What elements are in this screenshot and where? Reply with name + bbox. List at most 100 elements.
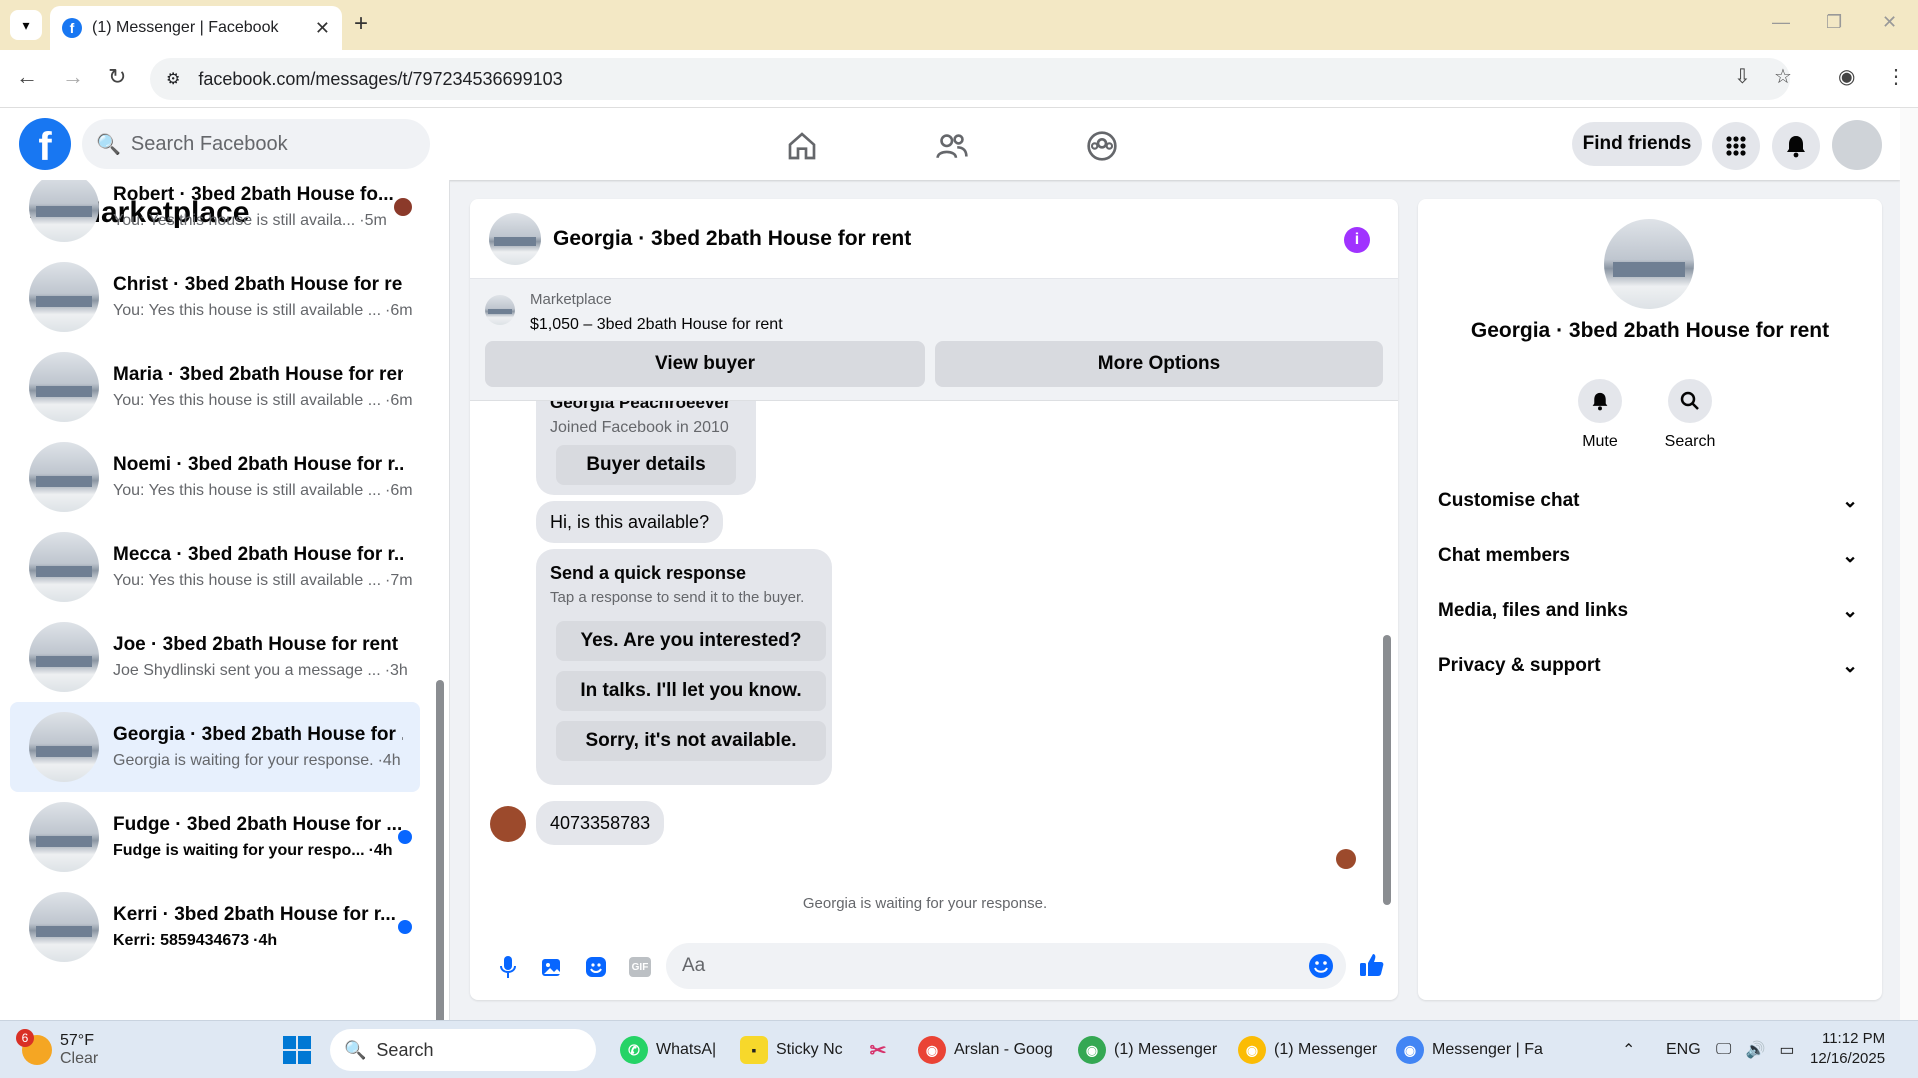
conversation-item[interactable]: Maria · 3bed 2bath House for rent You: Ye…	[10, 342, 420, 432]
taskbar-app-chrome-messenger-2[interactable]: ◉ (1) Messenger	[1238, 1029, 1377, 1071]
forward-arrow-icon[interactable]: →	[62, 64, 84, 90]
sticker-icon[interactable]	[582, 953, 610, 981]
friends-icon[interactable]	[932, 126, 972, 166]
conversation-item[interactable]: Mecca · 3bed 2bath House for r... You: Ye…	[10, 522, 420, 612]
conversation-item[interactable]: Georgia · 3bed 2bath House for ... Georgi…	[10, 702, 420, 792]
url-text: facebook.com/messages/t/797234536699103	[198, 68, 563, 89]
weather-widget[interactable]: 6 57°F Clear	[16, 1029, 98, 1071]
message-bubble[interactable]: Hi, is this available?	[536, 501, 724, 543]
window-restore-button[interactable]: ❐	[1826, 12, 1842, 33]
quick-response-subtitle: Tap a response to send it to the buyer.	[550, 589, 805, 606]
thumbs-up-icon[interactable]	[1358, 951, 1386, 979]
conversation-time: ·5m	[359, 212, 387, 229]
section-label: Customise chat	[1438, 490, 1580, 511]
menu-grid-icon[interactable]	[1712, 122, 1760, 170]
facebook-header: f 🔍 Search Facebook Find friends	[0, 108, 1900, 180]
chevron-down-icon: ⌄	[1842, 490, 1858, 512]
quick-response-not-available-button[interactable]: Sorry, it's not available.	[556, 721, 826, 761]
taskbar-app-snipping-tool[interactable]: ✂	[864, 1029, 892, 1071]
chevron-down-icon: ⌄	[1842, 545, 1858, 567]
conversation-text: Fudge · 3bed 2bath House for ... Fudge is…	[113, 814, 403, 860]
customise-chat-row[interactable]: Customise chat ⌄	[1438, 481, 1858, 521]
conversation-preview-line: You: Yes this house is still available .…	[113, 572, 413, 590]
taskbar-app-chrome-arslan[interactable]: ◉ Arslan - Goog	[918, 1029, 1053, 1071]
bell-icon	[1578, 379, 1622, 423]
gif-icon[interactable]: GIF	[626, 953, 654, 981]
conversation-avatar	[29, 352, 99, 422]
page-scrollbar[interactable]	[1900, 108, 1918, 1020]
mute-button[interactable]: Mute	[1560, 379, 1640, 451]
info-icon[interactable]: i	[1344, 227, 1370, 253]
unread-dot-icon	[398, 830, 412, 844]
language-indicator[interactable]: ENG	[1666, 1029, 1701, 1071]
sender-avatar[interactable]	[490, 806, 526, 842]
photo-icon[interactable]	[538, 953, 566, 981]
taskbar-app-chrome-messenger-3[interactable]: ◉ Messenger | Fa	[1396, 1029, 1543, 1071]
find-friends-button[interactable]: Find friends	[1572, 122, 1702, 166]
network-icon: 🖵	[1716, 1041, 1732, 1058]
media-files-links-row[interactable]: Media, files and links ⌄	[1438, 591, 1858, 631]
taskbar-search-box[interactable]: 🔍 Search	[330, 1029, 596, 1071]
tab-search-dropdown-button[interactable]: ▾	[10, 10, 42, 40]
list-scrollbar[interactable]	[436, 240, 444, 1020]
browser-tab-messenger[interactable]: f (1) Messenger | Facebook ✕	[50, 6, 342, 50]
taskbar-app-sticky-notes[interactable]: ▪ Sticky Nc	[740, 1029, 843, 1071]
conversation-text: Maria · 3bed 2bath House for rent You: Ye…	[113, 364, 413, 410]
reload-icon[interactable]: ↻	[108, 64, 126, 90]
profile-icon[interactable]: ◉	[1838, 64, 1855, 89]
taskbar-app-chrome-messenger-1[interactable]: ◉ (1) Messenger	[1078, 1029, 1217, 1071]
chat-scrollbar[interactable]	[1382, 405, 1392, 915]
taskbar-app-whatsapp[interactable]: ✆ WhatsA|	[620, 1029, 716, 1071]
new-tab-button[interactable]: +	[354, 10, 368, 38]
window-close-button[interactable]: ✕	[1882, 12, 1897, 33]
emoji-icon[interactable]	[1308, 953, 1334, 985]
buyer-details-button[interactable]: Buyer details	[556, 445, 736, 485]
message-bubble-phone[interactable]: 4073358783	[536, 801, 665, 845]
quick-response-in-talks-button[interactable]: In talks. I'll let you know.	[556, 671, 826, 711]
account-avatar[interactable]	[1832, 120, 1882, 170]
conversation-item[interactable]: Noemi · 3bed 2bath House for r... You: Ye…	[10, 432, 420, 522]
microphone-icon[interactable]	[494, 953, 522, 981]
view-buyer-button[interactable]: View buyer	[485, 341, 925, 387]
more-options-button[interactable]: More Options	[935, 341, 1383, 387]
notifications-bell-icon[interactable]	[1772, 122, 1820, 170]
search-icon	[1668, 379, 1712, 423]
chat-members-row[interactable]: Chat members ⌄	[1438, 536, 1858, 576]
conversation-item[interactable]: Robert · 3bed 2bath House fo... You: Yes …	[10, 180, 420, 252]
address-bar[interactable]: ⚙ facebook.com/messages/t/79723453669910…	[150, 58, 1790, 100]
chat-header: Georgia · 3bed 2bath House for rent i	[470, 199, 1398, 279]
tab-close-icon[interactable]: ✕	[315, 18, 330, 39]
facebook-logo-icon[interactable]: f	[19, 118, 71, 170]
clock[interactable]: 11:12 PM 12/16/2025	[1810, 1029, 1885, 1071]
listing-price[interactable]: $1,050 – 3bed 2bath House for rent	[530, 316, 783, 334]
chat-avatar[interactable]	[489, 212, 541, 265]
site-settings-icon[interactable]: ⚙	[166, 69, 180, 89]
home-icon[interactable]	[782, 126, 822, 166]
search-placeholder: Search Facebook	[130, 132, 288, 155]
message-input[interactable]: Aa	[666, 943, 1346, 989]
conversation-item[interactable]: Christ · 3bed 2bath House for rent You: Y…	[10, 252, 420, 342]
conversation-preview: Joe Shydlinski sent you a message ...	[113, 662, 381, 679]
conversation-item[interactable]: Joe · 3bed 2bath House for rent Joe Shydl…	[10, 612, 420, 702]
conversation-item[interactable]: Fudge · 3bed 2bath House for ... Fudge is…	[10, 792, 420, 882]
conversation-preview-line: Joe Shydlinski sent you a message ... ·3h	[113, 662, 408, 680]
window-minimize-button[interactable]: —	[1772, 12, 1790, 33]
conversation-preview: You: Yes this house is still available .…	[113, 392, 382, 409]
chat-title[interactable]: Georgia · 3bed 2bath House for rent	[553, 227, 911, 251]
conversation-item[interactable]: Kerri · 3bed 2bath House for r... Kerri: …	[10, 882, 420, 972]
bookmark-star-icon[interactable]: ☆	[1774, 64, 1792, 89]
back-arrow-icon[interactable]: ←	[16, 64, 38, 90]
facebook-search-input[interactable]: 🔍 Search Facebook	[82, 119, 430, 169]
details-name: Georgia · 3bed 2bath House for rent	[1470, 319, 1830, 342]
privacy-support-row[interactable]: Privacy & support ⌄	[1438, 646, 1858, 686]
search-button[interactable]: Search	[1650, 379, 1730, 451]
install-app-icon[interactable]: ⇩	[1734, 64, 1751, 89]
clock-time: 11:12 PM	[1821, 1030, 1886, 1047]
groups-icon[interactable]	[1082, 126, 1122, 166]
quick-response-yes-button[interactable]: Yes. Are you interested?	[556, 621, 826, 661]
system-tray-chevron-icon[interactable]: ⌃	[1622, 1029, 1635, 1071]
windows-start-icon[interactable]	[282, 1029, 312, 1071]
chrome-menu-icon[interactable]: ⋮	[1886, 64, 1906, 89]
message-composer: GIF Aa	[470, 939, 1398, 999]
system-tray-icons[interactable]: 🖵 🔊 ▭	[1716, 1029, 1794, 1071]
